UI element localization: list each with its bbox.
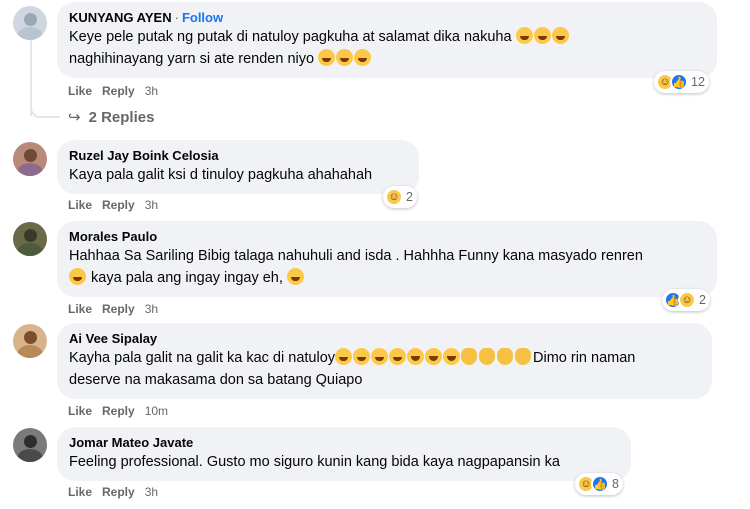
comment-bubble: Jomar Mateo Javate Feeling professional.… xyxy=(57,427,631,481)
reaction-count: 8 xyxy=(612,477,619,491)
comment-text: Kayha pala galit na galit ka kac di natu… xyxy=(69,347,700,369)
follow-button[interactable]: Follow xyxy=(182,10,223,25)
avatar[interactable] xyxy=(13,324,47,358)
avatar[interactable] xyxy=(13,222,47,256)
timestamp[interactable]: 3h xyxy=(145,84,158,98)
like-button[interactable]: Like xyxy=(68,84,92,98)
comment-author[interactable]: Morales Paulo xyxy=(69,229,705,245)
avatar[interactable] xyxy=(13,6,47,40)
comment-bubble: Morales Paulo Hahhaa Sa Sariling Bibig t… xyxy=(57,221,717,297)
comment-actions: Like Reply 3h xyxy=(68,485,168,499)
comment-bubble: Ruzel Jay Boink Celosia Kaya pala galit … xyxy=(57,140,419,194)
comment-text-line: kaya pala ang ingay ingay eh, xyxy=(91,270,283,286)
reaction-count: 2 xyxy=(406,190,413,204)
thread-corner xyxy=(30,104,60,118)
haha-icon: ☺ xyxy=(678,291,696,309)
reaction-summary[interactable]: 👍 ☺ 2 xyxy=(662,289,710,311)
comment-text-line: Keye pele putak ng putak di natuloy pagk… xyxy=(69,29,512,45)
reaction-count: 2 xyxy=(699,293,706,307)
avatar[interactable] xyxy=(13,142,47,176)
like-button[interactable]: Like xyxy=(68,198,92,212)
timestamp[interactable]: 3h xyxy=(145,485,158,499)
reply-button[interactable]: Reply xyxy=(102,404,135,418)
laughing-emoji xyxy=(407,348,425,365)
replies-label: 2 Replies xyxy=(88,109,155,126)
clap-emoji xyxy=(461,348,478,365)
rofl-emoji xyxy=(354,49,372,66)
laughing-emoji xyxy=(425,348,443,365)
rofl-emoji xyxy=(353,348,371,365)
comment-text-line: Dimo rin naman xyxy=(533,350,636,366)
rofl-emoji xyxy=(389,348,407,365)
comment-text: Feeling professional. Gusto mo siguro ku… xyxy=(69,454,560,470)
comment-bubble: Ai Vee Sipalay Kayha pala galit na galit… xyxy=(57,323,712,399)
timestamp[interactable]: 3h xyxy=(145,302,158,316)
rofl-emoji xyxy=(371,348,389,365)
comment-text-line: Kayha pala galit na galit ka kac di natu… xyxy=(69,350,336,366)
like-button[interactable]: Like xyxy=(68,485,92,499)
reply-button[interactable]: Reply xyxy=(102,84,135,98)
comment-text: Hahhaa Sa Sariling Bibig talaga nahuhuli… xyxy=(69,248,643,264)
like-button[interactable]: Like xyxy=(68,302,92,316)
rofl-emoji xyxy=(533,27,551,44)
clap-emoji xyxy=(515,348,532,365)
separator-dot: · xyxy=(174,10,179,25)
rofl-emoji xyxy=(551,27,569,44)
rofl-emoji xyxy=(336,49,354,66)
reaction-count: 12 xyxy=(691,75,705,89)
reply-button[interactable]: Reply xyxy=(102,198,135,212)
reaction-summary[interactable]: ☺ 2 xyxy=(383,186,417,208)
view-replies-button[interactable]: ↪ 2 Replies xyxy=(68,108,154,126)
reaction-summary[interactable]: ☺ 👍 12 xyxy=(654,71,709,93)
comment-author-line: KUNYANG AYEN · Follow xyxy=(69,10,705,26)
reply-button[interactable]: Reply xyxy=(102,485,135,499)
comment-text: naghihinayang yarn si ate renden niyo xyxy=(69,48,705,70)
laughing-emoji xyxy=(443,348,461,365)
clap-emoji xyxy=(479,348,496,365)
comment-author[interactable]: Ai Vee Sipalay xyxy=(69,331,700,347)
avatar[interactable] xyxy=(13,428,47,462)
clap-emoji xyxy=(497,348,514,365)
reply-arrow-icon: ↪ xyxy=(68,109,81,126)
comment-actions: Like Reply 3h xyxy=(68,302,168,316)
comment-text: kaya pala ang ingay ingay eh, xyxy=(69,267,705,289)
comment-bubble: KUNYANG AYEN · Follow Keye pele putak ng p… xyxy=(57,2,717,78)
comment-actions: Like Reply 3h xyxy=(68,84,168,98)
comment-author[interactable]: Ruzel Jay Boink Celosia xyxy=(69,148,407,164)
like-button[interactable]: Like xyxy=(68,404,92,418)
comment-author[interactable]: Jomar Mateo Javate xyxy=(69,435,619,451)
comment-text: deserve na makasama don sa batang Quiapo xyxy=(69,372,363,388)
comment-author[interactable]: KUNYANG AYEN xyxy=(69,10,172,25)
timestamp[interactable]: 10m xyxy=(145,404,168,418)
comment-actions: Like Reply 3h xyxy=(68,198,168,212)
comment-text: Keye pele putak ng putak di natuloy pagk… xyxy=(69,26,705,48)
haha-icon: ☺ xyxy=(385,188,403,206)
like-icon: 👍 xyxy=(670,73,688,91)
rofl-emoji xyxy=(69,268,86,285)
comment-text: Kaya pala galit ksi d tinuloy pagkuha ah… xyxy=(69,167,373,183)
rofl-emoji xyxy=(335,348,353,365)
rofl-emoji xyxy=(286,268,304,285)
reaction-summary[interactable]: ☺ 👍 8 xyxy=(575,473,623,495)
rofl-emoji xyxy=(318,49,336,66)
timestamp[interactable]: 3h xyxy=(145,198,158,212)
reply-button[interactable]: Reply xyxy=(102,302,135,316)
comment-text-line: naghihinayang yarn si ate renden niyo xyxy=(69,51,315,67)
rofl-emoji xyxy=(515,27,533,44)
like-icon: 👍 xyxy=(591,475,609,493)
comment-actions: Like Reply 10m xyxy=(68,404,178,418)
